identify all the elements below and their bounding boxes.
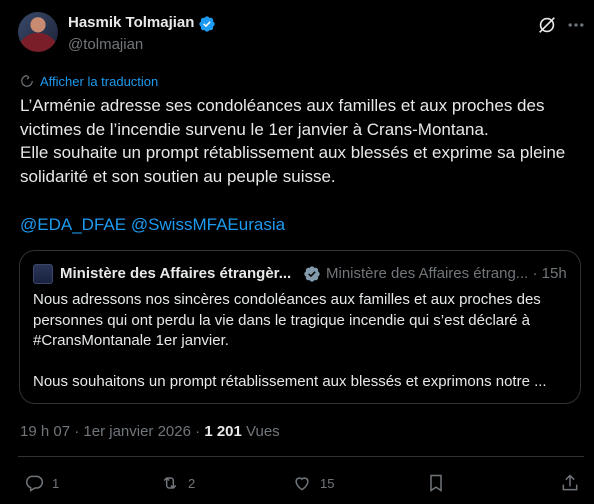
meta-separator: ·	[74, 423, 80, 440]
tweet-meta: 19 h 07 · 1er janvier 2026 · 1 201 Vues	[20, 423, 280, 440]
views-label: Vues	[246, 423, 280, 440]
government-badge-icon	[304, 266, 320, 282]
quoted-handle-text: Ministère des Affaires étrang...	[326, 265, 529, 282]
reply-button[interactable]: 1	[24, 472, 59, 494]
author-name[interactable]: Hasmik Tolmajian	[68, 14, 194, 31]
quoted-time: 15h	[541, 265, 567, 282]
heart-icon	[295, 477, 309, 491]
verified-badge-icon	[199, 16, 215, 32]
views-count: 1 201	[204, 423, 242, 440]
like-button[interactable]: 15	[292, 472, 334, 494]
quoted-author-avatar	[33, 264, 53, 284]
repost-icon	[163, 476, 177, 490]
tweet-time[interactable]: 19 h 07	[20, 423, 70, 440]
quoted-text-paragraph-1: Nous adressons nos sincères condoléances…	[33, 291, 541, 349]
reply-icon	[26, 475, 44, 492]
mentions: @EDA_DFAE @SwissMFAEurasia	[20, 215, 285, 235]
share-button[interactable]	[560, 472, 588, 494]
mention-eda-dfae[interactable]: @EDA_DFAE	[20, 215, 126, 234]
translate-icon	[21, 75, 33, 87]
bookmark-button[interactable]	[426, 472, 454, 494]
quoted-author-name: Ministère des Affaires étrangèr...	[60, 265, 292, 282]
bookmark-icon	[430, 474, 442, 492]
tweet-text: L’Arménie adresse ses condoléances aux f…	[20, 94, 580, 188]
share-icon	[562, 474, 578, 491]
more-options-icon[interactable]	[566, 14, 586, 36]
quoted-author-handle: Ministère des Affaires étrang... · 15h	[326, 265, 567, 282]
tweet-text-paragraph-1: L’Arménie adresse ses condoléances aux f…	[20, 96, 545, 139]
quoted-tweet-text: Nous adressons nos sincères condoléances…	[33, 290, 573, 392]
like-count: 15	[320, 475, 335, 491]
quoted-separator: ·	[532, 265, 538, 282]
repost-count: 2	[188, 475, 196, 491]
tweet-text-paragraph-2: Elle souhaite un prompt rétablissement a…	[20, 143, 566, 186]
mention-swissmfaeurasia[interactable]: @SwissMFAEurasia	[131, 215, 285, 234]
repost-button[interactable]: 2	[160, 472, 195, 494]
grok-icon[interactable]	[536, 14, 558, 36]
quoted-text-paragraph-2: Nous souhaitons un prompt rétablissement…	[33, 372, 547, 390]
author-handle[interactable]: @tolmajian	[68, 36, 143, 53]
translate-link[interactable]: Afficher la traduction	[40, 74, 158, 89]
tweet-date[interactable]: 1er janvier 2026	[83, 423, 191, 440]
author-avatar[interactable]	[18, 12, 58, 52]
reply-count: 1	[52, 475, 60, 491]
divider	[18, 456, 584, 457]
meta-separator-2: ·	[195, 423, 201, 440]
